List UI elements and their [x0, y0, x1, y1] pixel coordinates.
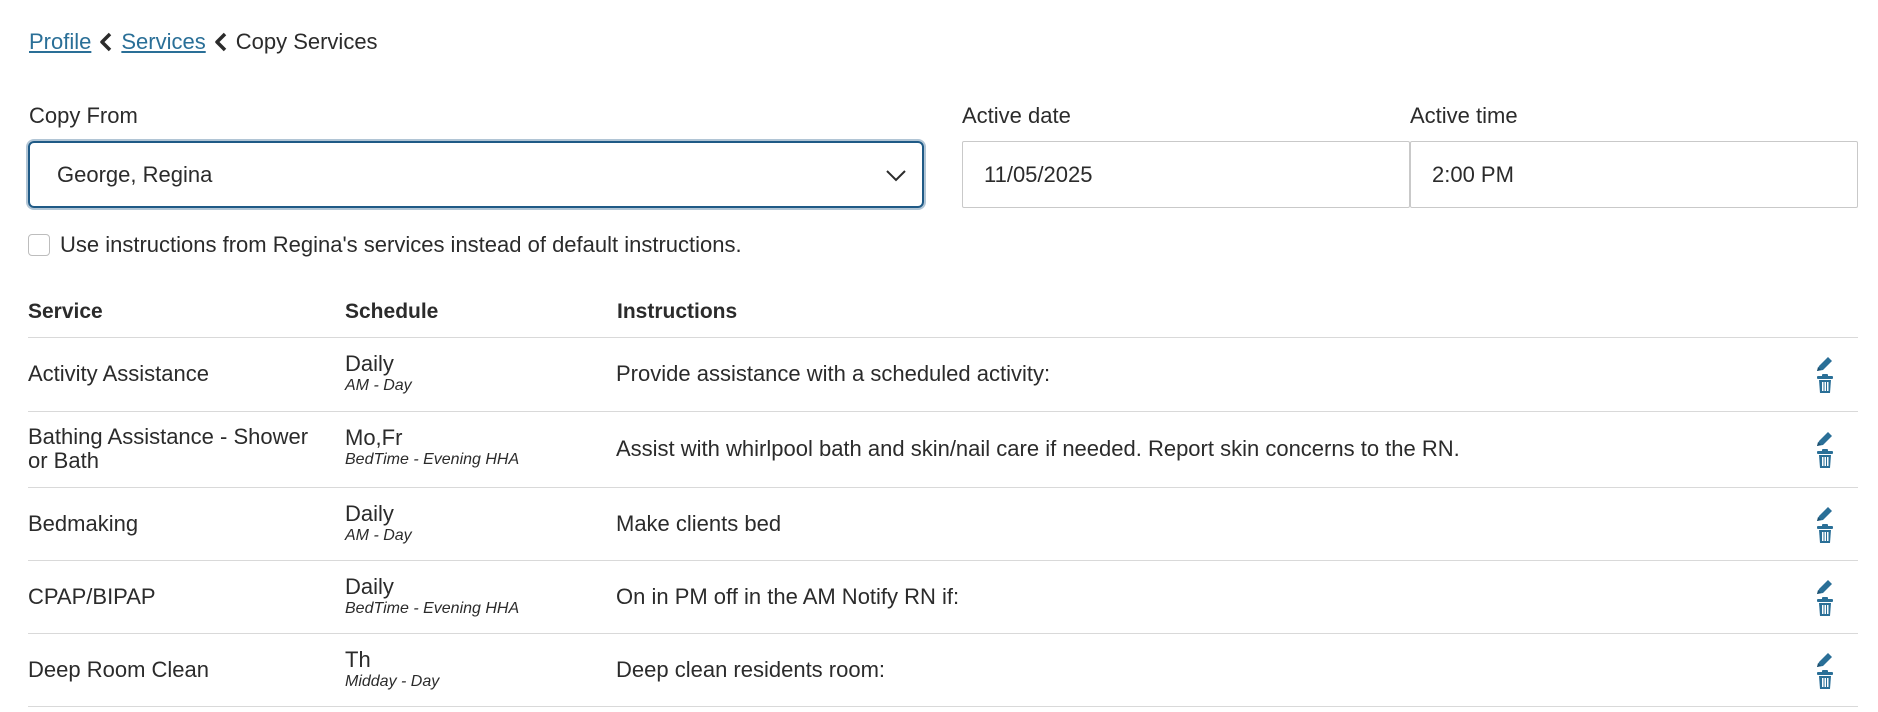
table-row: Activity Assistance Daily AM - Day Provi…: [28, 338, 1858, 412]
active-date-input[interactable]: 11/05/2025: [962, 141, 1410, 208]
instructions-text: Make clients bed: [616, 511, 782, 536]
instructions-text: Provide assistance with a scheduled acti…: [616, 361, 1051, 386]
copy-from-label: Copy From: [29, 103, 138, 128]
service-name: Bedmaking: [28, 511, 139, 536]
trash-icon[interactable]: [1814, 597, 1836, 617]
breadcrumb-current: Copy Services: [235, 29, 378, 54]
pencil-icon[interactable]: [1814, 579, 1836, 597]
breadcrumb-link-profile[interactable]: Profile: [29, 29, 91, 55]
use-instructions-label[interactable]: Use instructions from Regina's services …: [60, 232, 742, 258]
schedule-days: Daily: [345, 574, 394, 599]
chevron-left-icon: [206, 28, 236, 56]
header-schedule: Schedule: [345, 300, 439, 323]
schedule-cell: Daily BedTime - Evening HHA: [345, 575, 519, 619]
table-header: Service Schedule Instructions: [28, 290, 1858, 338]
active-date-label: Active date: [962, 103, 1071, 128]
chevron-left-icon: [91, 28, 121, 56]
schedule-shift: AM - Day: [345, 377, 412, 394]
breadcrumb-link-services[interactable]: Services: [121, 29, 205, 55]
header-service: Service: [28, 300, 103, 323]
active-time-input[interactable]: 2:00 PM: [1410, 141, 1858, 208]
header-instructions: Instructions: [617, 300, 738, 323]
pencil-icon[interactable]: [1814, 356, 1836, 374]
active-time-value: 2:00 PM: [1432, 161, 1514, 187]
schedule-days: Daily: [345, 501, 394, 526]
schedule-days: Daily: [345, 351, 394, 376]
instructions-text: On in PM off in the AM Notify RN if:: [616, 584, 960, 609]
schedule-cell: Th Midday - Day: [345, 648, 439, 692]
table-row: Bedmaking Daily AM - Day Make clients be…: [28, 488, 1858, 561]
row-actions: [1814, 652, 1836, 690]
table-row: Bathing Assistance - Shower or Bath Mo,F…: [28, 412, 1858, 488]
instructions-text: Assist with whirlpool bath and skin/nail…: [616, 436, 1460, 461]
use-instructions-checkbox[interactable]: [28, 234, 50, 256]
trash-icon[interactable]: [1814, 374, 1836, 394]
row-actions: [1814, 356, 1836, 394]
pencil-icon[interactable]: [1814, 652, 1836, 670]
schedule-shift: BedTime - Evening HHA: [345, 451, 520, 468]
service-name: Bathing Assistance - Shower or Bath: [28, 424, 309, 473]
use-instructions-option: Use instructions from Regina's services …: [28, 230, 742, 260]
service-name: Activity Assistance: [28, 361, 209, 386]
row-actions: [1814, 431, 1836, 469]
schedule-shift: BedTime - Evening HHA: [345, 600, 520, 617]
service-name: Deep Room Clean: [28, 657, 209, 682]
active-date-value: 11/05/2025: [984, 161, 1093, 187]
active-time-label: Active time: [1410, 103, 1518, 128]
table-row: Deep Room Clean Th Midday - Day Deep cle…: [28, 634, 1858, 707]
trash-icon[interactable]: [1814, 524, 1836, 544]
services-table: Service Schedule Instructions Activity A…: [28, 290, 1858, 707]
breadcrumb: Profile Services Copy Services: [29, 28, 378, 56]
schedule-days: Mo,Fr: [345, 425, 403, 450]
schedule-cell: Mo,Fr BedTime - Evening HHA: [345, 426, 519, 470]
copy-from-value: George, Regina: [57, 161, 213, 187]
schedule-cell: Daily AM - Day: [345, 352, 412, 396]
pencil-icon[interactable]: [1814, 506, 1836, 524]
instructions-text: Deep clean residents room:: [616, 657, 886, 682]
trash-icon[interactable]: [1814, 449, 1836, 469]
schedule-shift: Midday - Day: [345, 673, 440, 690]
chevron-down-icon: [884, 163, 908, 187]
schedule-shift: AM - Day: [345, 527, 412, 544]
row-actions: [1814, 506, 1836, 544]
schedule-cell: Daily AM - Day: [345, 502, 412, 546]
trash-icon[interactable]: [1814, 670, 1836, 690]
pencil-icon[interactable]: [1814, 431, 1836, 449]
row-actions: [1814, 579, 1836, 617]
copy-from-select[interactable]: George, Regina: [28, 141, 924, 208]
schedule-days: Th: [345, 647, 371, 672]
table-row: CPAP/BIPAP Daily BedTime - Evening HHA O…: [28, 561, 1858, 634]
service-name: CPAP/BIPAP: [28, 584, 156, 609]
